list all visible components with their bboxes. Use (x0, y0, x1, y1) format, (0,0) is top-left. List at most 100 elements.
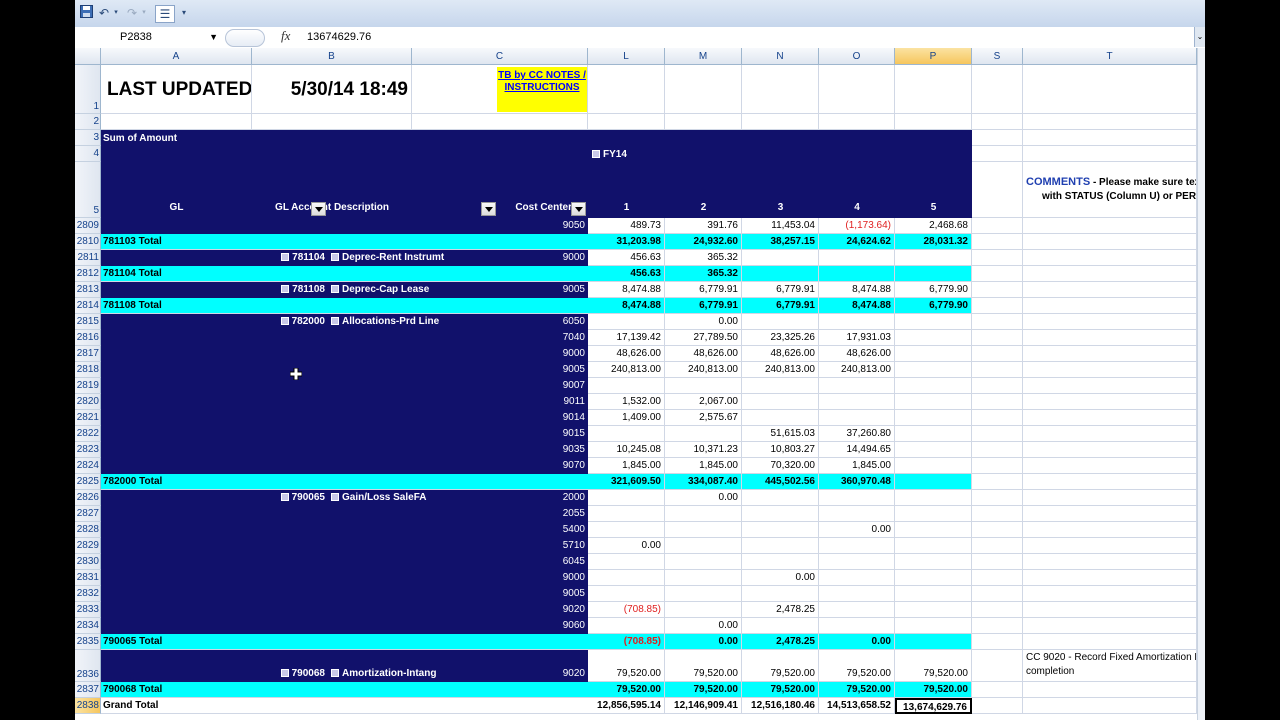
row-header-4[interactable]: 4 (75, 146, 101, 162)
subtotal-cell[interactable] (895, 266, 972, 282)
subtotal-label[interactable]: 781103 Total (101, 234, 588, 250)
comment-cell[interactable] (1023, 378, 1197, 394)
empty-cell[interactable] (972, 114, 1023, 130)
column-header-p[interactable]: P (895, 48, 972, 65)
subtotal-cell[interactable]: 0.00 (819, 634, 895, 650)
amount-cell[interactable] (819, 314, 895, 330)
amount-cell[interactable]: 11,453.04 (742, 218, 819, 234)
amount-cell[interactable]: 48,626.00 (742, 346, 819, 362)
amount-cell[interactable] (895, 618, 972, 634)
row-header-2826[interactable]: 2826 (75, 490, 101, 506)
amount-cell[interactable]: 391.76 (665, 218, 742, 234)
amount-cell[interactable] (895, 602, 972, 618)
row-header-2823[interactable]: 2823 (75, 442, 101, 458)
row-header-2831[interactable]: 2831 (75, 570, 101, 586)
cost-center-value[interactable]: 9005 (563, 283, 585, 297)
column-header-b[interactable]: B (252, 48, 412, 65)
cost-center-value[interactable]: 9060 (563, 619, 585, 633)
amount-cell[interactable]: 79,520.00 (588, 650, 665, 682)
comment-cell[interactable] (1023, 426, 1197, 442)
last-updated-label[interactable]: LAST UPDATED: (101, 65, 252, 114)
amount-cell[interactable] (895, 330, 972, 346)
amount-cell[interactable] (742, 586, 819, 602)
subtotal-label[interactable]: 790068 Total (101, 682, 588, 698)
subtotal-cell[interactable]: 365.32 (665, 266, 742, 282)
collapse-icon[interactable] (280, 493, 289, 502)
active-cell[interactable]: 13,674,629.76 (895, 698, 972, 714)
collapse-icon[interactable] (280, 317, 289, 326)
subtotal-label[interactable]: 782000 Total (101, 474, 588, 490)
empty-cell[interactable] (742, 65, 819, 114)
row-header-2832[interactable]: 2832 (75, 586, 101, 602)
amount-cell[interactable] (665, 602, 742, 618)
gl-account-description[interactable]: Deprec-Rent Instrumt (331, 251, 444, 265)
empty-cell[interactable] (972, 282, 1023, 298)
column-header-s[interactable]: S (972, 48, 1023, 65)
empty-cell[interactable] (972, 458, 1023, 474)
collapse-icon[interactable] (592, 150, 600, 159)
empty-cell[interactable] (972, 570, 1023, 586)
vertical-scrollbar[interactable] (1197, 48, 1205, 720)
subtotal-cell[interactable]: 38,257.15 (742, 234, 819, 250)
comment-cell[interactable] (1023, 346, 1197, 362)
empty-cell[interactable] (972, 314, 1023, 330)
amount-cell[interactable]: 79,520.00 (742, 650, 819, 682)
subtotal-cell[interactable]: 28,031.32 (895, 234, 972, 250)
row-header-2830[interactable]: 2830 (75, 554, 101, 570)
amount-cell[interactable] (665, 554, 742, 570)
amount-cell[interactable]: 79,520.00 (819, 650, 895, 682)
amount-cell[interactable] (742, 410, 819, 426)
amount-cell[interactable]: 10,803.27 (742, 442, 819, 458)
row-header-2810[interactable]: 2810 (75, 234, 101, 250)
empty-cell[interactable] (1023, 130, 1197, 146)
collapse-icon[interactable] (331, 669, 339, 678)
amount-cell[interactable] (588, 586, 665, 602)
amount-cell[interactable] (819, 394, 895, 410)
empty-cell[interactable] (1023, 682, 1197, 698)
empty-cell[interactable] (972, 506, 1023, 522)
row-header-2834[interactable]: 2834 (75, 618, 101, 634)
empty-cell[interactable] (1023, 298, 1197, 314)
cost-center-value[interactable]: 9005 (563, 587, 585, 601)
comment-cell[interactable] (1023, 586, 1197, 602)
amount-cell[interactable] (588, 618, 665, 634)
amount-cell[interactable] (895, 362, 972, 378)
amount-cell[interactable]: 79,520.00 (895, 650, 972, 682)
cost-center-value[interactable]: 9015 (563, 427, 585, 441)
amount-cell[interactable] (742, 618, 819, 634)
empty-cell[interactable] (1023, 114, 1197, 130)
amount-cell[interactable]: 0.00 (819, 522, 895, 538)
comment-cell[interactable] (1023, 394, 1197, 410)
row-header-2820[interactable]: 2820 (75, 394, 101, 410)
empty-cell[interactable] (972, 218, 1023, 234)
row-header-2827[interactable]: 2827 (75, 506, 101, 522)
subtotal-cell[interactable]: 24,932.60 (665, 234, 742, 250)
amount-cell[interactable] (895, 554, 972, 570)
comment-cell[interactable] (1023, 362, 1197, 378)
gl-account-description[interactable]: Allocations-Prd Line (331, 315, 439, 329)
gl-account-description[interactable]: Deprec-Cap Lease (331, 283, 429, 297)
amount-cell[interactable]: 70,320.00 (742, 458, 819, 474)
amount-cell[interactable]: 0.00 (665, 490, 742, 506)
comment-cell[interactable] (1023, 314, 1197, 330)
amount-cell[interactable]: 8,474.88 (819, 282, 895, 298)
align-icon[interactable]: ☰ (155, 5, 175, 23)
amount-cell[interactable]: 48,626.00 (819, 346, 895, 362)
amount-cell[interactable]: 14,494.65 (819, 442, 895, 458)
customize-toolbar-icon[interactable]: ▾ (179, 5, 189, 21)
description-filter-dropdown-icon[interactable] (481, 202, 496, 216)
column-header-t[interactable]: T (1023, 48, 1197, 65)
row-header-2814[interactable]: 2814 (75, 298, 101, 314)
save-icon[interactable] (79, 5, 93, 21)
collapse-icon[interactable] (281, 253, 290, 262)
row-header-2813[interactable]: 2813 (75, 282, 101, 298)
notes-cell[interactable]: TB by CC NOTES / INSTRUCTIONS (412, 65, 588, 114)
gl-filter-dropdown-icon[interactable] (311, 202, 326, 216)
amount-cell[interactable] (895, 522, 972, 538)
row-header-2822[interactable]: 2822 (75, 426, 101, 442)
amount-cell[interactable] (742, 522, 819, 538)
amount-cell[interactable]: 240,813.00 (819, 362, 895, 378)
amount-cell[interactable]: 23,325.26 (742, 330, 819, 346)
subtotal-cell[interactable]: 79,520.00 (742, 682, 819, 698)
empty-cell[interactable] (972, 250, 1023, 266)
